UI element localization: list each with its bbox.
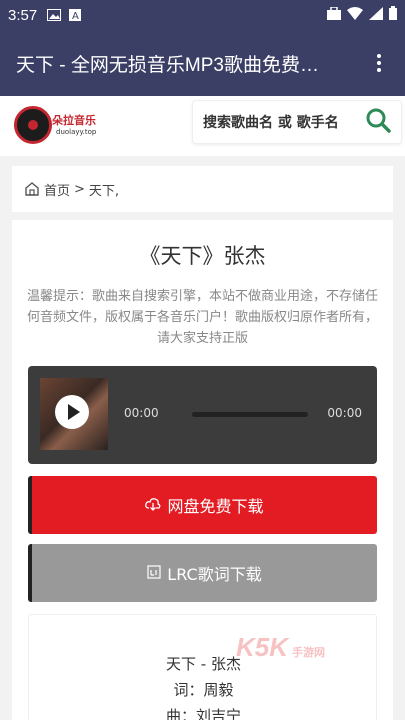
- lrc-download-button[interactable]: LRC歌词下载: [28, 544, 377, 602]
- lyric-line: 词：周毅: [173, 681, 234, 699]
- play-button[interactable]: [55, 395, 89, 429]
- lyrics-file-icon: [147, 564, 161, 583]
- breadcrumb-home[interactable]: 首页: [44, 180, 70, 199]
- watermark-text: K5K: [236, 632, 289, 662]
- lyric-line: 天下 - 张杰: [166, 655, 241, 673]
- a-icon: A: [69, 9, 83, 22]
- watermark-sub: 手游网: [292, 647, 326, 659]
- lrc-label: LRC歌词下载: [167, 565, 262, 584]
- svg-text:A: A: [72, 11, 79, 21]
- vinyl-disc-icon: [14, 106, 52, 144]
- logo-url: duolayy.top: [56, 128, 97, 136]
- logo-name: 朵拉音乐: [52, 114, 96, 127]
- wifi-icon: [347, 6, 363, 24]
- site-logo[interactable]: 朵拉音乐 duolayy.top: [12, 104, 102, 146]
- song-card: 《天下》张杰 温馨提示：歌曲来自搜索引擎，本站不做商业用途，不存储任何音频文件，…: [12, 220, 393, 720]
- lyric-line: 曲：刘吉宁: [165, 707, 241, 720]
- song-title: 《天下》张杰: [139, 244, 266, 268]
- breadcrumb-current[interactable]: 天下,: [89, 180, 119, 199]
- download-label: 网盘免费下载: [167, 497, 264, 516]
- search-input[interactable]: 搜索歌曲名 或 歌手名: [203, 112, 365, 132]
- seek-bar[interactable]: [192, 412, 308, 417]
- status-time: 3:57: [8, 6, 38, 24]
- search-box[interactable]: 搜索歌曲名 或 歌手名: [192, 100, 402, 144]
- current-time: 00:00: [124, 406, 159, 420]
- breadcrumb-separator: >: [74, 181, 85, 197]
- watermark: K5K 手游网: [236, 632, 325, 663]
- battery-icon: [389, 6, 397, 24]
- lyrics-panel: 天下 - 张杰 词：周毅 曲：刘吉宁: [28, 614, 377, 720]
- signal-icon: [369, 6, 383, 24]
- site-header: 朵拉音乐 duolayy.top 搜索歌曲名 或 歌手名: [0, 96, 405, 156]
- search-icon[interactable]: [365, 107, 391, 137]
- page-title: 天下 - 全网无损音乐MP3歌曲免费…: [16, 54, 319, 76]
- duration: 00:00: [327, 406, 362, 420]
- breadcrumb: 首页 > 天下,: [12, 166, 393, 212]
- copyright-tip: 温馨提示：歌曲来自搜索引擎，本站不做商业用途，不存储任何音频文件，版权属于各音乐…: [26, 289, 378, 346]
- app-bar: 天下 - 全网无损音乐MP3歌曲免费…: [0, 30, 405, 96]
- audio-player: 00:00 00:00: [28, 366, 377, 464]
- more-menu-icon[interactable]: [369, 54, 389, 72]
- cloud-download-icon: [145, 496, 161, 515]
- status-bar: 3:57 A: [0, 0, 405, 30]
- netdisk-download-button[interactable]: 网盘免费下载: [28, 476, 377, 534]
- briefcase-icon: [327, 5, 341, 24]
- home-icon[interactable]: [24, 181, 40, 197]
- image-icon: [47, 9, 62, 21]
